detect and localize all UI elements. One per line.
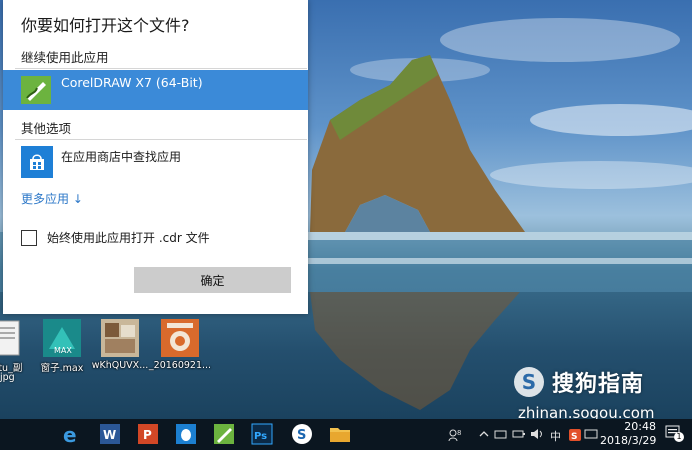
- powerpoint-icon[interactable]: P: [136, 422, 160, 446]
- taskbar-clock[interactable]: 20:48 2018/3/29: [600, 420, 656, 448]
- coreldraw-icon: [21, 76, 51, 104]
- ime-indicator[interactable]: 中: [550, 428, 561, 444]
- photo-thumbnail-icon: [101, 319, 139, 357]
- svg-text:W: W: [103, 428, 116, 442]
- desktop-icon[interactable]: wKhQUVX...: [86, 319, 154, 375]
- network-icon[interactable]: [494, 428, 508, 443]
- desktop-icon-label: wKhQUVX...: [91, 360, 149, 371]
- more-apps-link[interactable]: 更多应用 ↓: [21, 190, 83, 207]
- file-explorer-icon[interactable]: [328, 422, 352, 446]
- open-with-dialog: 你要如何打开这个文件? 继续使用此应用 CorelDRAW X7 (64-Bit…: [3, 0, 308, 314]
- svg-text:MAX: MAX: [54, 346, 72, 355]
- other-options-heading: 其他选项: [21, 121, 72, 136]
- divider: [15, 139, 307, 140]
- sogou-watermark: S 搜狗指南 zhinan.sogou.com: [514, 362, 690, 424]
- word-icon[interactable]: W: [98, 422, 122, 446]
- store-option[interactable]: 在应用商店中查找应用: [3, 144, 308, 180]
- notification-count: 1: [674, 432, 684, 442]
- continue-section-heading: 继续使用此应用: [21, 50, 109, 65]
- always-use-checkbox[interactable]: [21, 230, 37, 246]
- store-icon: [21, 146, 53, 178]
- photoshop-icon[interactable]: Ps: [250, 422, 274, 446]
- action-center-icon[interactable]: 1: [664, 424, 684, 442]
- dialog-title: 你要如何打开这个文件?: [21, 16, 190, 35]
- app-option-label: CorelDRAW X7 (64-Bit): [61, 75, 203, 90]
- coreldraw-icon[interactable]: [212, 422, 236, 446]
- divider: [15, 68, 307, 69]
- volume-icon[interactable]: [530, 428, 544, 443]
- chevron-up-icon[interactable]: [478, 428, 490, 443]
- sogou-ime-icon[interactable]: S: [568, 428, 582, 445]
- svg-text:Ps: Ps: [254, 431, 267, 442]
- battery-icon[interactable]: [512, 428, 526, 443]
- desktop-icon[interactable]: _20160921...: [146, 319, 214, 375]
- clock-date: 2018/3/29: [600, 434, 657, 447]
- always-use-label: 始终使用此应用打开 .cdr 文件: [47, 231, 210, 245]
- svg-text:S: S: [571, 432, 577, 442]
- qq-icon[interactable]: [174, 422, 198, 446]
- image-file-icon: [0, 319, 25, 357]
- ok-button[interactable]: 确定: [134, 267, 291, 293]
- sogou-icon[interactable]: S: [290, 422, 314, 446]
- clock-time: 20:48: [624, 420, 656, 433]
- people-icon[interactable]: 8: [448, 428, 462, 445]
- desktop-icon-label-ext: jpg: [0, 372, 15, 383]
- keyboard-icon[interactable]: [584, 428, 598, 443]
- 3ds-max-icon: MAX: [43, 319, 81, 357]
- edge-icon[interactable]: e: [60, 422, 84, 447]
- svg-text:S: S: [297, 428, 306, 443]
- store-option-label: 在应用商店中查找应用: [61, 150, 182, 164]
- sogou-logo-icon: S: [514, 367, 544, 397]
- watermark-brand: 搜狗指南: [552, 372, 645, 397]
- app-option-coreldraw[interactable]: CorelDRAW X7 (64-Bit): [3, 70, 308, 110]
- desktop-icon-label: _20160921...: [148, 360, 212, 371]
- svg-text:P: P: [143, 428, 152, 442]
- svg-text:e: e: [63, 423, 77, 446]
- svg-text:8: 8: [457, 429, 461, 437]
- taskbar: e W P Ps S 8 中 S 20:48 2018/3/29 1: [0, 419, 692, 450]
- image-thumbnail-icon: [161, 319, 199, 357]
